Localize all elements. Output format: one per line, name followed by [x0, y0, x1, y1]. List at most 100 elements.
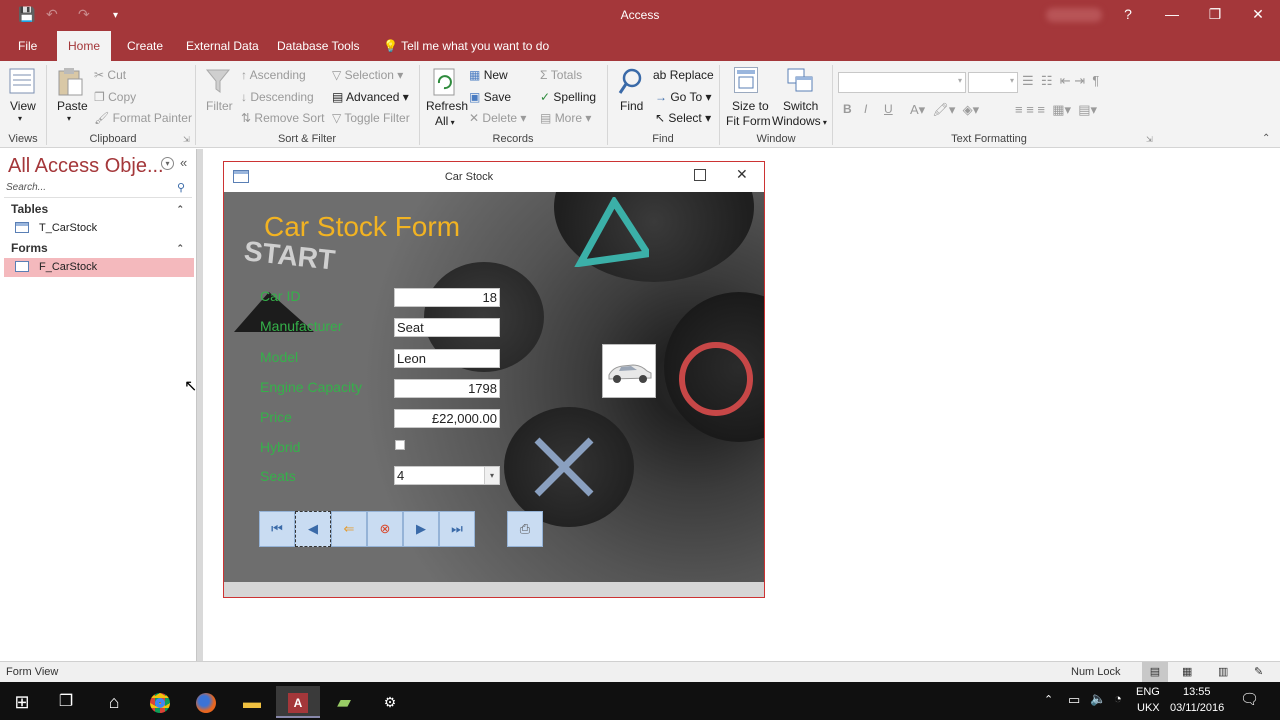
format-painter-button[interactable]: 🖌 Format Painter [94, 111, 192, 125]
goto-button[interactable]: → Go To ▾ [655, 90, 712, 104]
paste-dropdown-icon[interactable]: ▾ [67, 114, 71, 123]
home-icon[interactable]: ⌂ [92, 686, 136, 718]
help-button[interactable]: ? [1113, 6, 1143, 22]
selection-button[interactable]: ▽ Selection ▾ [332, 68, 403, 82]
font-name-combo[interactable]: ▾ [838, 72, 966, 93]
sketch-app-icon[interactable]: ▰ [322, 686, 366, 718]
new-record-button[interactable]: ▦ New [469, 68, 508, 82]
font-color-icons[interactable]: A▾ 🖍▾ ◈▾ [910, 102, 979, 118]
refresh-button[interactable]: Refresh [426, 99, 468, 113]
chevron-down-icon[interactable]: ▾ [484, 467, 499, 484]
nav-menu-dropdown-icon[interactable]: ▾ [161, 157, 174, 170]
delete-record-button[interactable]: ✕ Delete ▾ [469, 111, 526, 125]
totals-button[interactable]: Σ Totals [540, 68, 582, 82]
region-indicator[interactable]: UKX [1137, 702, 1160, 714]
close-button[interactable]: ✕ [1243, 6, 1273, 23]
size-to-fit-icon[interactable] [734, 67, 758, 93]
select-button[interactable]: ↖ Select ▾ [655, 111, 711, 125]
firefox-icon[interactable] [184, 686, 228, 718]
form-horizontal-scrollbar[interactable] [224, 582, 764, 597]
section-forms[interactable]: Forms ⌃ [4, 239, 192, 257]
car-id-field[interactable]: 18 [394, 288, 500, 307]
find-button[interactable]: Find [620, 99, 643, 113]
binoculars-icon[interactable] [617, 67, 645, 97]
windows-start-icon[interactable]: ⊞ [0, 686, 44, 718]
refresh-icon[interactable] [432, 67, 458, 97]
nav-item-f-carstock[interactable]: F_CarStock [4, 258, 194, 277]
manufacturer-field[interactable]: Seat [394, 318, 500, 337]
collapse-pane-icon[interactable]: « [180, 155, 187, 170]
collapse-ribbon-icon[interactable]: ⌃ [1262, 133, 1270, 144]
tab-create[interactable]: Create [116, 31, 174, 61]
refresh-all-button[interactable]: All ▾ [435, 114, 455, 128]
close-form-button[interactable]: ✕ [736, 166, 748, 183]
view-icon[interactable] [8, 67, 36, 95]
search-icon[interactable]: ⚲ [177, 181, 185, 194]
next-record-button[interactable]: ▶ [403, 511, 439, 547]
clock-time[interactable]: 13:55 [1183, 686, 1211, 698]
paste-button[interactable]: Paste [57, 99, 88, 113]
volume-icon[interactable]: 🔈 [1090, 691, 1106, 707]
filter-icon[interactable] [205, 67, 231, 95]
layout-view-icon[interactable]: ▥ [1218, 665, 1228, 678]
price-field[interactable]: £22,000.00 [394, 409, 500, 428]
copy-button[interactable]: ❐ Copy [94, 90, 136, 104]
first-record-button[interactable]: ⏮ [259, 511, 295, 547]
view-button[interactable]: View [10, 99, 36, 113]
seats-combo[interactable]: 4 ▾ [394, 466, 500, 485]
toggle-filter-button[interactable]: ▽ Toggle Filter [332, 111, 410, 125]
tray-expand-icon[interactable]: ⌃ [1044, 693, 1053, 706]
nav-item-t-carstock[interactable]: T_CarStock [4, 219, 194, 238]
collapse-section-icon[interactable]: ⌃ [176, 200, 184, 218]
spelling-button[interactable]: ✓ Spelling [540, 90, 596, 104]
bold-button[interactable]: B [843, 102, 852, 116]
chrome-icon[interactable] [138, 686, 182, 718]
design-view-icon[interactable]: ✎ [1254, 665, 1263, 678]
collapse-section-icon[interactable]: ⌃ [176, 239, 184, 257]
tell-me-box[interactable]: 💡 Tell me what you want to do [372, 31, 560, 61]
more-button[interactable]: ▤ More ▾ [540, 111, 591, 125]
network-icon[interactable]: ◔ [1114, 691, 1122, 706]
descending-button[interactable]: ↓ Descending [241, 90, 314, 104]
alignment-icons[interactable]: ≡ ≡ ≡ ▦▾ ▤▾ [1015, 102, 1097, 118]
language-indicator[interactable]: ENG [1136, 686, 1160, 698]
ascending-button[interactable]: ↑ Ascending [241, 68, 306, 82]
notifications-icon[interactable]: 🗨 [1240, 690, 1259, 708]
account-name[interactable] [1046, 8, 1102, 22]
battery-icon[interactable]: ▭ [1068, 692, 1080, 708]
size-to-fit-button[interactable]: Size to [732, 99, 769, 113]
app-icon[interactable]: ⚙ [368, 686, 412, 718]
datasheet-view-icon[interactable]: ▦ [1182, 665, 1192, 678]
switch-windows-button[interactable]: Switch [783, 99, 818, 113]
form-view-icon[interactable]: ▤ [1142, 662, 1168, 682]
view-dropdown-icon[interactable]: ▾ [18, 114, 22, 123]
minimize-button[interactable]: — [1157, 6, 1187, 22]
search-box[interactable]: Search... ⚲ [4, 182, 192, 198]
italic-button[interactable]: I [864, 102, 867, 116]
filter-button[interactable]: Filter [206, 99, 233, 113]
maximize-form-button[interactable] [694, 169, 706, 181]
section-tables[interactable]: Tables ⌃ [4, 200, 192, 218]
paste-icon[interactable] [56, 67, 84, 97]
advanced-button[interactable]: ▤ Advanced ▾ [332, 90, 409, 104]
tab-database-tools[interactable]: Database Tools [266, 31, 371, 61]
access-taskbar-icon[interactable]: A [276, 686, 320, 718]
size-to-fit-button-line2[interactable]: Fit Form [726, 114, 771, 128]
switch-windows-icon[interactable] [786, 67, 814, 95]
tab-external-data[interactable]: External Data [175, 31, 270, 61]
remove-sort-button[interactable]: ⇅ Remove Sort [241, 111, 324, 125]
restore-button[interactable]: ❐ [1200, 6, 1230, 23]
nav-pane-title[interactable]: All Access Obje... [8, 155, 164, 178]
print-record-button[interactable]: ⎙ [507, 511, 543, 547]
underline-button[interactable]: U [884, 102, 893, 116]
text-formatting-launcher-icon[interactable]: ⇲ [1146, 135, 1153, 144]
tab-file[interactable]: File [7, 31, 48, 61]
search-input[interactable]: Search... [6, 182, 46, 193]
delete-record-form-button[interactable]: ⊗ [367, 511, 403, 547]
list-formatting-icons[interactable]: ☰ ☷ ⇤ ⇥ ¶ [1022, 73, 1099, 89]
tab-home[interactable]: Home [57, 31, 112, 61]
cut-button[interactable]: ✂ Cut [94, 68, 126, 82]
engine-capacity-field[interactable]: 1798 [394, 379, 500, 398]
last-record-button[interactable]: ⏭ [439, 511, 475, 547]
replace-button[interactable]: ab Replace [653, 68, 714, 82]
